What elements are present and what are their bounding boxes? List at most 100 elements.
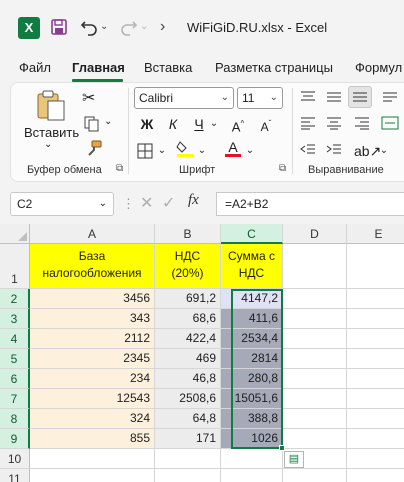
- cancel-icon[interactable]: ✕: [140, 193, 153, 213]
- paste-button[interactable]: Вставить: [24, 125, 79, 140]
- clipboard-launcher-icon[interactable]: ⧉: [116, 163, 123, 174]
- cell-e3[interactable]: [347, 309, 404, 329]
- cell-c10[interactable]: [221, 449, 283, 469]
- cell-d2[interactable]: [283, 289, 347, 309]
- quick-analysis-icon[interactable]: ▤: [284, 451, 304, 468]
- cell-b1[interactable]: НДС (20%): [155, 244, 221, 289]
- cell-e8[interactable]: [347, 409, 404, 429]
- cell-e7[interactable]: [347, 389, 404, 409]
- cell-e5[interactable]: [347, 349, 404, 369]
- cell-c9[interactable]: 1026: [221, 429, 283, 449]
- cell-b11[interactable]: [155, 469, 221, 482]
- cell-a5[interactable]: 2345: [30, 349, 155, 369]
- cell-b10[interactable]: [155, 449, 221, 469]
- cell-e9[interactable]: [347, 429, 404, 449]
- borders-icon[interactable]: [136, 140, 154, 162]
- cell-d9[interactable]: [283, 429, 347, 449]
- font-size-select[interactable]: 11 ⌄: [237, 87, 283, 109]
- cell-c6[interactable]: 280,8: [221, 369, 283, 389]
- cell-c4[interactable]: 2534,4: [221, 329, 283, 349]
- font-color-icon[interactable]: A: [224, 136, 242, 158]
- formula-input[interactable]: =A2+B2: [216, 192, 404, 216]
- tab-insert[interactable]: Вставка: [144, 60, 192, 75]
- tab-home[interactable]: Главная: [72, 60, 125, 75]
- cell-d6[interactable]: [283, 369, 347, 389]
- row-header-10[interactable]: 10: [0, 449, 30, 469]
- enter-icon[interactable]: ✓: [162, 193, 175, 213]
- row-header-11[interactable]: 11: [0, 469, 30, 482]
- font-launcher-icon[interactable]: ⧉: [279, 163, 286, 174]
- save-icon[interactable]: [50, 14, 68, 40]
- cell-e2[interactable]: [347, 289, 404, 309]
- decrease-font-size-icon[interactable]: Aˇ: [256, 113, 276, 135]
- cell-d8[interactable]: [283, 409, 347, 429]
- row-header-6[interactable]: 6: [0, 369, 30, 389]
- orientation-text-icon[interactable]: ab↗: [354, 140, 381, 162]
- cell-b5[interactable]: 469: [155, 349, 221, 369]
- row-header-8[interactable]: 8: [0, 409, 30, 429]
- orientation-dropdown-icon[interactable]: ⌄: [378, 140, 390, 162]
- align-right-icon[interactable]: [352, 114, 372, 136]
- decrease-indent-icon[interactable]: [298, 140, 318, 162]
- cell-a4[interactable]: 2112: [30, 329, 155, 349]
- cell-c7[interactable]: 15051,6: [221, 389, 283, 409]
- copy-icon[interactable]: [84, 116, 100, 132]
- row-header-4[interactable]: 4: [0, 329, 30, 349]
- cell-b8[interactable]: 64,8: [155, 409, 221, 429]
- cell-a8[interactable]: 324: [30, 409, 155, 429]
- cell-c3[interactable]: 411,6: [221, 309, 283, 329]
- row-header-5[interactable]: 5: [0, 349, 30, 369]
- paste-dropdown-icon[interactable]: ⌄: [44, 139, 52, 150]
- align-center-icon[interactable]: [324, 114, 344, 136]
- cell-b6[interactable]: 46,8: [155, 369, 221, 389]
- undo-dropdown-icon[interactable]: ⌄: [100, 14, 108, 40]
- cell-e11[interactable]: [347, 469, 404, 482]
- align-middle-icon[interactable]: [324, 88, 344, 110]
- redo-dropdown-icon[interactable]: ⌄: [140, 14, 148, 40]
- cell-a3[interactable]: 343: [30, 309, 155, 329]
- cell-d3[interactable]: [283, 309, 347, 329]
- undo-icon[interactable]: [80, 14, 100, 40]
- tab-formulas[interactable]: Формул: [355, 60, 402, 75]
- italic-button[interactable]: К: [164, 113, 182, 135]
- cell-a7[interactable]: 12543: [30, 389, 155, 409]
- tab-page-layout[interactable]: Разметка страницы: [215, 60, 333, 75]
- cell-c5[interactable]: 2814: [221, 349, 283, 369]
- column-header-a[interactable]: A: [30, 224, 155, 244]
- fill-color-dropdown-icon[interactable]: ⌄: [196, 140, 208, 162]
- cell-d5[interactable]: [283, 349, 347, 369]
- cell-a6[interactable]: 234: [30, 369, 155, 389]
- borders-dropdown-icon[interactable]: ⌄: [156, 140, 168, 162]
- row-header-9[interactable]: 9: [0, 429, 30, 449]
- format-painter-icon[interactable]: [84, 140, 102, 158]
- bold-button[interactable]: Ж: [138, 113, 156, 135]
- cell-d4[interactable]: [283, 329, 347, 349]
- column-header-b[interactable]: B: [155, 224, 221, 244]
- cell-a9[interactable]: 855: [30, 429, 155, 449]
- redo-icon[interactable]: [118, 14, 138, 40]
- cell-a2[interactable]: 3456: [30, 289, 155, 309]
- cell-e6[interactable]: [347, 369, 404, 389]
- tab-file[interactable]: Файл: [19, 60, 51, 75]
- cell-c2[interactable]: 4147,2: [221, 289, 283, 309]
- row-header-7[interactable]: 7: [0, 389, 30, 409]
- name-box[interactable]: C2 ⌄: [10, 192, 114, 216]
- row-header-1[interactable]: 1: [0, 244, 30, 289]
- column-header-e[interactable]: E: [347, 224, 404, 244]
- cell-e10[interactable]: [347, 449, 404, 469]
- customize-toolbar-icon[interactable]: ›: [160, 14, 165, 40]
- orientation-icon[interactable]: [380, 88, 400, 110]
- row-header-3[interactable]: 3: [0, 309, 30, 329]
- cell-b4[interactable]: 422,4: [155, 329, 221, 349]
- align-left-icon[interactable]: [298, 114, 318, 136]
- increase-font-size-icon[interactable]: A^: [228, 113, 248, 135]
- cell-d1[interactable]: [283, 244, 347, 289]
- formula-bar-more-icon[interactable]: ⋮: [122, 196, 136, 212]
- insert-function-icon[interactable]: fx: [188, 192, 199, 209]
- paste-icon[interactable]: [34, 88, 68, 122]
- cell-d7[interactable]: [283, 389, 347, 409]
- column-header-d[interactable]: D: [283, 224, 347, 244]
- increase-indent-icon[interactable]: [324, 140, 344, 162]
- font-name-select[interactable]: Calibri ⌄: [134, 87, 234, 109]
- fill-color-icon[interactable]: [176, 138, 194, 160]
